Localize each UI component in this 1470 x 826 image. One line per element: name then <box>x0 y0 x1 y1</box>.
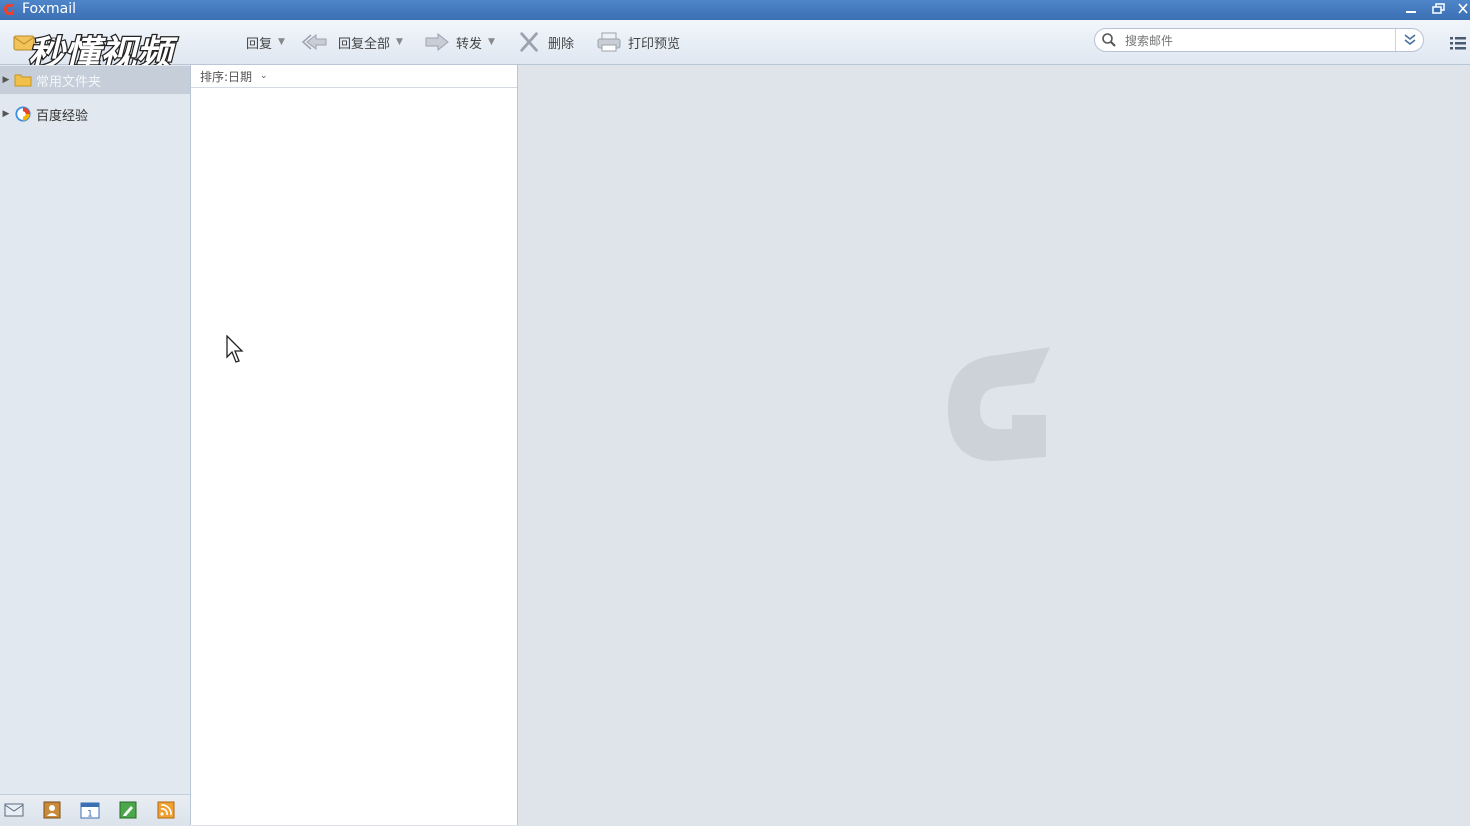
expand-arrow-icon[interactable]: ▶ <box>0 75 12 85</box>
forward-label: 转发 <box>456 36 483 52</box>
folder-item-baidu[interactable]: ▶ 百度经验 <box>0 100 190 128</box>
title-bar: Foxmail <box>0 0 1470 20</box>
close-button[interactable] <box>1452 0 1470 19</box>
print-preview-label: 打印预览 <box>628 36 681 52</box>
delete-icon <box>520 32 538 52</box>
reply-all-icon <box>302 33 327 51</box>
foxmail-logo-icon <box>4 4 14 15</box>
delete-label: 删除 <box>548 36 575 52</box>
mouse-pointer-icon <box>226 335 244 363</box>
printer-icon <box>597 32 621 52</box>
minimize-button[interactable] <box>1400 0 1422 19</box>
search-box <box>1094 28 1424 52</box>
folder-sidebar: ▶ 常用文件夹 ▶ 百度经验 1 <box>0 65 191 826</box>
search-separator <box>1395 29 1396 51</box>
forward-icon <box>425 32 449 52</box>
sort-label: 排序:日期 <box>200 69 253 84</box>
close-icon <box>1458 3 1468 14</box>
mail-icon[interactable] <box>4 801 24 819</box>
forward-dropdown-icon[interactable]: ▼ <box>488 37 495 47</box>
restore-icon <box>1432 3 1445 14</box>
window-title: Foxmail <box>22 1 76 17</box>
reply-all-label: 回复全部 <box>338 36 391 52</box>
expand-arrow-icon[interactable]: ▶ <box>0 109 12 119</box>
svg-text:1: 1 <box>87 810 93 820</box>
folder-label: 百度经验 <box>36 108 89 124</box>
account-icon <box>15 106 31 122</box>
restore-button[interactable] <box>1428 0 1450 19</box>
mail-list-pane: 排序:日期 ⌄ <box>191 65 518 825</box>
chevron-down-icon: ⌄ <box>260 71 268 81</box>
rss-icon[interactable] <box>156 801 176 819</box>
preview-pane <box>518 65 1470 825</box>
double-chevron-down-icon[interactable] <box>1401 32 1419 48</box>
delete-button[interactable]: 删除 <box>518 30 574 54</box>
reply-dropdown-icon[interactable]: ▼ <box>278 37 285 47</box>
reply-all-dropdown-icon[interactable]: ▼ <box>396 37 403 47</box>
reply-all-button[interactable]: 回复全部 ▼ <box>302 30 403 54</box>
reply-label: 回复 <box>246 36 273 52</box>
search-input[interactable] <box>1123 31 1389 51</box>
notes-icon[interactable] <box>118 801 138 819</box>
folder-icon <box>14 74 32 87</box>
menu-list-icon[interactable] <box>1448 34 1468 52</box>
sort-dropdown[interactable]: 排序:日期 ⌄ <box>191 65 517 88</box>
foxmail-watermark-icon <box>948 347 1050 461</box>
minimize-icon <box>1406 11 1416 13</box>
folder-label: 常用文件夹 <box>36 74 102 90</box>
search-icon <box>1102 33 1116 47</box>
folder-item-common[interactable]: ▶ 常用文件夹 <box>0 66 190 94</box>
contacts-icon[interactable] <box>42 801 62 819</box>
forward-button[interactable]: 转发 ▼ <box>424 30 495 54</box>
calendar-icon[interactable]: 1 <box>80 801 100 819</box>
sidebar-bottom-bar: 1 <box>0 794 190 826</box>
print-preview-button[interactable]: 打印预览 <box>596 30 680 54</box>
